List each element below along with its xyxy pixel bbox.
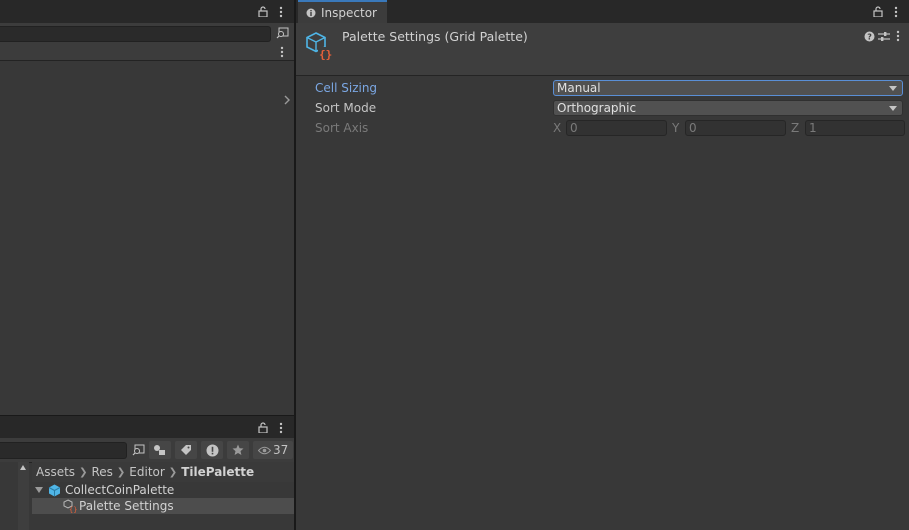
kebab-menu-icon[interactable] [276, 5, 286, 18]
svg-text:{}: {} [319, 48, 332, 61]
breadcrumb-item[interactable]: Assets [36, 465, 75, 479]
breadcrumb-item[interactable]: TilePalette [181, 465, 254, 479]
tab-inspector[interactable]: Inspector [298, 0, 387, 23]
prefab-cube-icon [48, 484, 61, 497]
list-item[interactable]: {} Palette Settings [32, 498, 294, 514]
help-icon[interactable]: ? [863, 30, 875, 42]
scriptable-object-icon: {} [63, 499, 77, 513]
tab-label: Inspector [321, 5, 377, 20]
kebab-menu-icon[interactable] [894, 29, 902, 42]
inspector-header: {} Palette Settings (Grid Palette) ? [296, 23, 909, 76]
project-toolbar: 37 [0, 438, 294, 463]
breadcrumb-item[interactable]: Editor [129, 465, 165, 479]
expand-triangle-icon[interactable] [35, 487, 43, 493]
presets-icon[interactable] [878, 30, 890, 42]
sort-mode-value: Orthographic [557, 101, 637, 115]
hierarchy-panel [0, 0, 294, 415]
scrollbar[interactable] [18, 462, 29, 530]
project-tabbar [0, 415, 294, 439]
filter-by-type-icon[interactable] [149, 441, 171, 459]
sort-axis-label: Sort Axis [315, 121, 369, 135]
list-item-label: Palette Settings [79, 499, 174, 513]
hidden-packages-toggle[interactable]: 37 [253, 441, 293, 459]
sort-axis-y-field[interactable]: 0 [685, 120, 786, 136]
scroll-up-icon[interactable] [20, 465, 26, 470]
scriptable-object-icon: {} [305, 31, 335, 61]
svg-text:?: ? [867, 32, 872, 41]
lock-icon[interactable] [257, 421, 269, 434]
svg-text:{}: {} [69, 506, 77, 513]
chevron-right-icon: ❯ [168, 466, 178, 478]
list-item[interactable]: CollectCoinPalette [32, 482, 294, 498]
breadcrumb: Assets ❯ Res ❯ Editor ❯ TilePalette [32, 462, 294, 482]
sort-axis-y-label: Y [672, 121, 680, 135]
page-title: Palette Settings (Grid Palette) [342, 29, 528, 44]
inspector-tabbar: Inspector [296, 0, 909, 23]
search-by-type-icon[interactable] [129, 442, 147, 458]
search-input[interactable] [0, 26, 271, 42]
star-icon[interactable] [227, 441, 249, 459]
chevron-right-icon: ❯ [79, 466, 88, 478]
dropdown-arrow-icon [889, 106, 897, 111]
list-item-label: CollectCoinPalette [65, 483, 175, 497]
left-panel-tabbar [0, 0, 294, 23]
sort-mode-label: Sort Mode [315, 101, 377, 115]
cell-sizing-label: Cell Sizing [315, 81, 378, 95]
dropdown-arrow-icon [889, 86, 897, 91]
tag-icon[interactable] [175, 441, 197, 459]
lock-icon[interactable] [872, 5, 884, 18]
sort-mode-dropdown[interactable]: Orthographic [553, 100, 903, 116]
kebab-menu-icon[interactable] [278, 45, 286, 59]
sort-axis-x-field[interactable]: 0 [566, 120, 667, 136]
search-by-type-icon[interactable] [274, 26, 290, 40]
sort-axis-z-field[interactable]: 1 [805, 120, 905, 136]
breadcrumb-item[interactable]: Res [91, 465, 112, 479]
inspector-panel: Inspector {} Palette Settings (Grid Pale… [296, 0, 909, 530]
cell-sizing-dropdown[interactable]: Manual [553, 80, 903, 96]
kebab-menu-icon[interactable] [891, 5, 901, 18]
project-search-input[interactable] [0, 442, 127, 459]
kebab-menu-icon[interactable] [276, 421, 286, 434]
sort-axis-x-label: X [553, 121, 562, 135]
eye-icon [258, 446, 271, 455]
warning-icon[interactable] [201, 441, 223, 459]
hidden-count: 37 [273, 443, 289, 457]
info-icon [306, 8, 316, 18]
cell-sizing-value: Manual [557, 81, 601, 95]
lock-icon[interactable] [257, 5, 269, 18]
chevron-right-icon[interactable] [282, 93, 292, 107]
sort-axis-z-label: Z [791, 121, 800, 135]
chevron-right-icon: ❯ [116, 466, 126, 478]
project-panel: 37 Assets ❯ Res ❯ Editor ❯ TilePalette C… [0, 415, 294, 530]
scene-header-bar [0, 44, 294, 61]
